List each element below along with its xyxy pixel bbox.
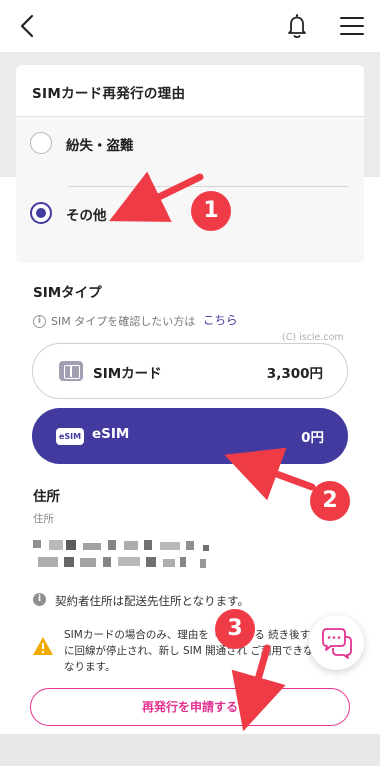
sim-option-price: 3,300円 (266, 366, 323, 382)
sim-option-esim[interactable]: eSIM eSIM 0円 (32, 408, 348, 464)
reason-header: SIMカード再発行の理由 (16, 65, 364, 117)
warning-text: SIMカードの場合のみ、理由を「 」にする 続き後すぐに回線が停止され、新し S… (64, 629, 324, 673)
address-sublabel: 住所 (33, 513, 54, 525)
reason-title: SIMカード再発行の理由 (32, 86, 186, 102)
address-title: 住所 (33, 489, 60, 505)
sim-option-label: SIMカード (93, 366, 162, 382)
hamburger-menu-icon[interactable] (337, 12, 367, 40)
info-icon: i (33, 315, 46, 328)
address-notice: 契約者住所は配送先住所となります。 (55, 594, 250, 608)
sim-type-note: SIM タイプを確認したい方は (51, 315, 196, 328)
annotation-badge-2: 2 (310, 481, 350, 521)
option-lost-stolen-label[interactable]: 紛失・盗難 (66, 134, 134, 154)
radio-other[interactable] (30, 202, 52, 224)
annotation-badge-1: 1 (191, 191, 231, 231)
submit-reissue-button[interactable]: 再発行を申請する (30, 688, 350, 726)
back-icon[interactable] (14, 12, 42, 40)
option-divider (68, 186, 349, 187)
esim-icon: eSIM (56, 428, 84, 445)
bottom-band (0, 734, 380, 766)
bell-icon[interactable] (282, 10, 312, 42)
warning-icon (32, 636, 54, 656)
reissue-reason-card: SIMカード再発行の理由 紛失・盗難 その他 (16, 65, 364, 263)
notice-info-icon: i (33, 593, 46, 606)
top-bar (0, 0, 380, 52)
radio-lost-stolen[interactable] (30, 132, 52, 154)
sim-card-icon (59, 361, 83, 381)
esim-option-label: eSIM (92, 426, 130, 442)
option-other-label[interactable]: その他 (66, 204, 107, 224)
chat-icon (322, 628, 352, 659)
sim-option-physical[interactable]: SIMカード 3,300円 (32, 343, 348, 399)
sim-type-help-link[interactable]: こちら (203, 312, 238, 328)
sim-type-title: SIMタイプ (33, 285, 102, 301)
annotation-badge-3: 3 (215, 609, 255, 649)
watermark: (C) iscle.com (282, 332, 344, 343)
chat-button[interactable] (309, 615, 364, 670)
esim-option-price: 0円 (301, 430, 324, 446)
